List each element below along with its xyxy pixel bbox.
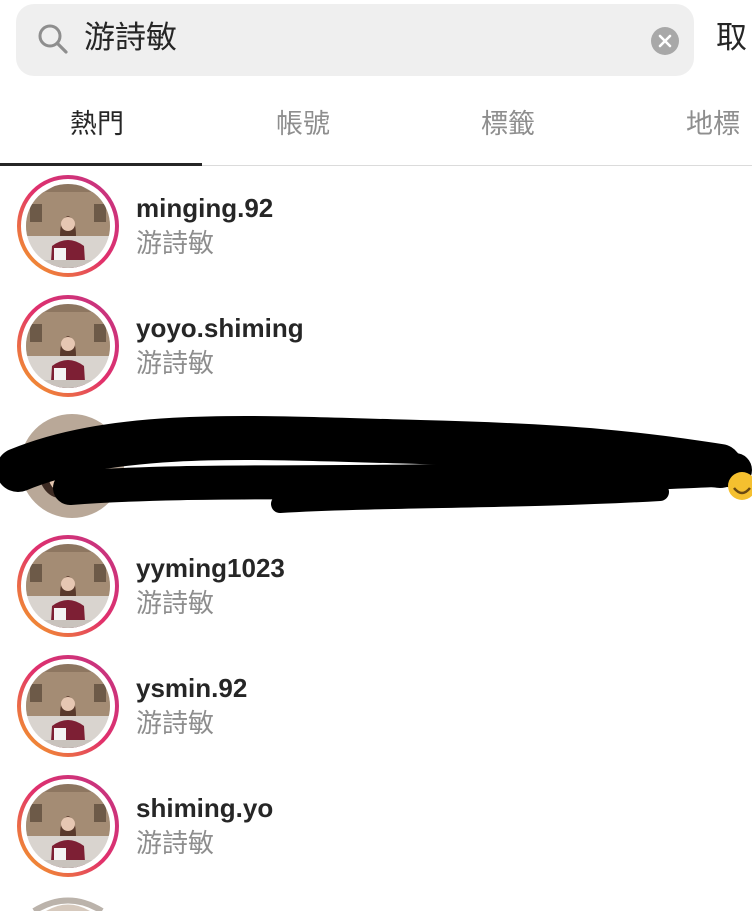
tab-places[interactable]: 地標 [686,108,740,142]
result-full-name: 游詩敏 [136,349,215,379]
search-result-row[interactable]: minging.92 游詩敏 [0,166,752,286]
avatar [17,775,119,877]
result-full-name: 游詩敏 [136,229,215,259]
tab-top[interactable]: 熱門 [70,108,124,142]
avatar [17,295,119,397]
avatar [17,655,119,757]
avatar [32,897,104,911]
clear-search-icon[interactable] [651,27,679,55]
search-result-row[interactable]: yoyo.shiming 游詩敏 [0,286,752,406]
tab-accounts[interactable]: 帳號 [276,108,330,142]
search-result-row[interactable]: shiming.yo 游詩敏 [0,766,752,886]
redacted-search-result[interactable] [0,408,752,528]
avatar [17,535,119,637]
result-username: minging.92 [136,193,274,223]
search-input[interactable]: 游詩敏 [84,18,177,58]
tab-tags[interactable]: 標籤 [481,108,535,142]
result-full-name: 游詩敏 [136,589,215,619]
search-tabs: 熱門 帳號 標籤 地標 [0,96,752,166]
result-full-name: 游詩敏 [136,709,215,739]
result-username: ysmin.92 [136,673,248,703]
search-result-row[interactable]: yyming1023 游詩敏 [0,526,752,646]
result-username: shiming.yo [136,793,274,823]
result-full-name: 游詩敏 [136,829,215,859]
redaction-scribble [0,414,752,518]
search-result-row[interactable]: ysmin.92 游詩敏 [0,646,752,766]
cancel-button[interactable]: 取 [716,18,747,58]
result-username: yyming1023 [136,553,285,583]
result-username: yoyo.shiming [136,313,304,343]
search-icon [38,24,68,54]
avatar [17,175,119,277]
